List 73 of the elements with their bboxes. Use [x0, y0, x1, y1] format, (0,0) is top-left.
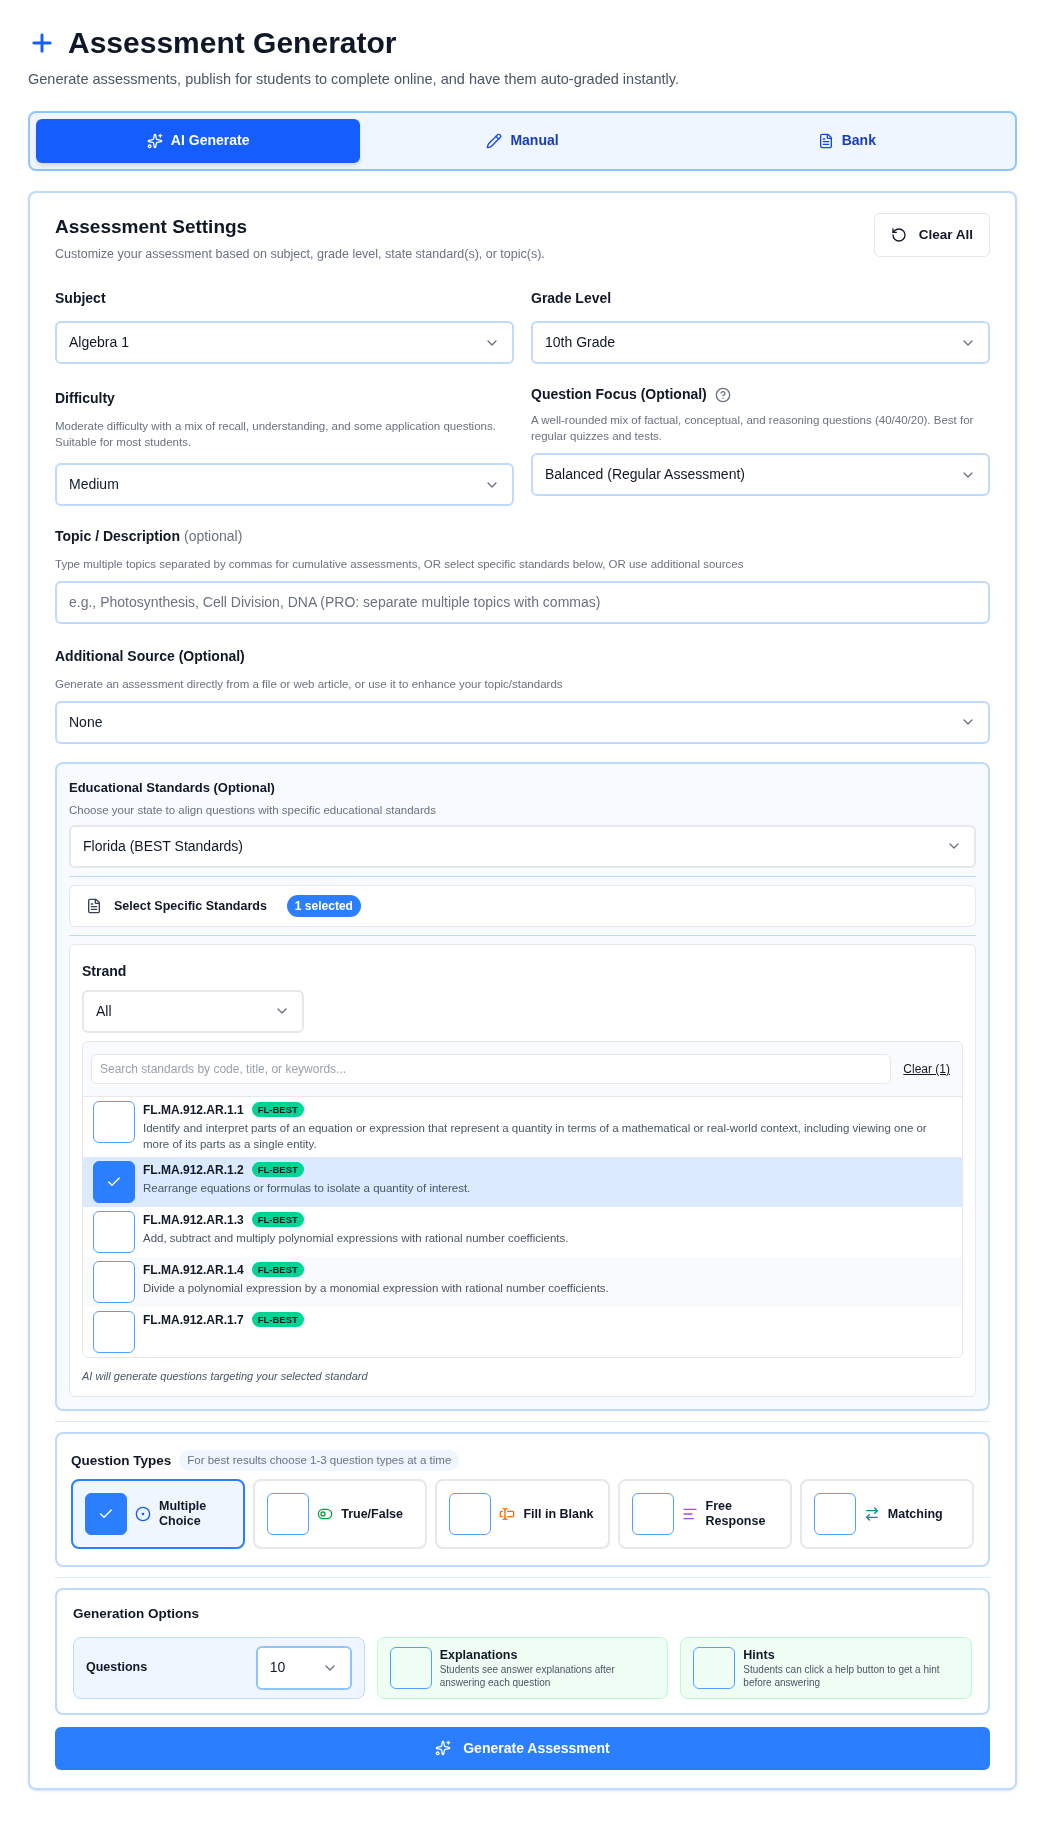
- clear-link[interactable]: Clear (1): [903, 1059, 954, 1078]
- option-description: Students see answer explanations after answering each question: [439, 1664, 616, 1690]
- option-label: Fill in Blank: [523, 1506, 594, 1523]
- field-description: Moderate difficulty with a mix of recall, understanding, and some application questions. Suitable for most students.: [55, 419, 497, 450]
- standard-row[interactable]: FL.MA.912.AR.1.2 FL-BEST Rearrange equations or formulas to isolate a quantity of interest.: [83, 1156, 962, 1207]
- field-description: Choose your state to align questions with specific educational standards: [69, 803, 437, 819]
- subject-select[interactable]: Algebra 1: [55, 321, 514, 364]
- standard-code: FL.MA.912.AR.1.2: [143, 1161, 244, 1179]
- option-label: Free Response: [705, 1498, 767, 1530]
- panel-title: Educational Standards (Optional): [69, 778, 276, 797]
- standard-description: Rearrange equations or formulas to isolate a quantity of interest.: [143, 1180, 471, 1196]
- panel-title: Question Types: [71, 1451, 172, 1470]
- field-label: Question Focus (Optional): [531, 385, 707, 404]
- tab[interactable]: Manual: [360, 118, 685, 163]
- field-label: Subject: [55, 289, 107, 308]
- section-title: Assessment Settings: [55, 214, 249, 239]
- standard-code: FL.MA.912.AR.1.3: [143, 1211, 244, 1229]
- standard-description: Add, subtract and multiply polynomial expressions with rational number coefficients.: [143, 1230, 569, 1246]
- field-description: Generate an assessment directly from a file or web article, or use it to enhance your topic/standards: [55, 676, 564, 692]
- tab[interactable]: AI Generate: [36, 118, 361, 163]
- option-title: Hints: [743, 1646, 776, 1664]
- questions-select[interactable]: 10: [255, 1645, 352, 1690]
- question-type-option[interactable]: Fill in Blank: [435, 1479, 610, 1550]
- standard-code: FL.MA.912.AR.1.4: [143, 1261, 244, 1279]
- standard-tag: FL-BEST: [251, 1162, 304, 1178]
- strand-select[interactable]: All: [82, 989, 304, 1033]
- generate-button[interactable]: Generate Assessment: [55, 1726, 990, 1770]
- standards-toggle[interactable]: Select Specific Standards 1 selected: [69, 884, 976, 927]
- standard-tag: FL-BEST: [251, 1212, 304, 1228]
- standard-code: FL.MA.912.AR.1.7: [143, 1311, 244, 1329]
- grade-select[interactable]: 10th Grade: [531, 321, 990, 364]
- hint-pill: For best results choose 1-3 question types at a time: [179, 1450, 460, 1472]
- option-description: Students can click a help button to get a hint before answering: [743, 1664, 941, 1690]
- field-label: Strand: [82, 961, 128, 981]
- field-description: A well-rounded mix of factual, conceptual, and reasoning questions (40/40/20). Best for regular quizzes and tests.: [531, 413, 975, 444]
- panel-title: Generation Options: [73, 1605, 200, 1624]
- tab[interactable]: Bank: [684, 118, 1009, 163]
- difficulty-select[interactable]: Medium: [55, 463, 514, 506]
- page-title: Assessment Generator: [68, 25, 397, 61]
- field-label: Grade Level: [531, 289, 613, 308]
- option-label: True/False: [341, 1506, 404, 1523]
- standard-tag: FL-BEST: [251, 1262, 304, 1278]
- field-label: Additional Source (Optional): [55, 646, 246, 666]
- state-select[interactable]: Florida (BEST Standards): [69, 824, 976, 868]
- field-description: Type multiple topics separated by commas for cumulative assessments, OR select specific standards below, OR use additional sources: [55, 557, 745, 572]
- standard-tag: FL-BEST: [251, 1312, 304, 1328]
- field-label: Difficulty: [55, 389, 116, 408]
- question-type-option[interactable]: Matching: [799, 1479, 974, 1550]
- section-subtitle: Customize your assessment based on subject, grade level, state standard(s), or topic(s).: [55, 246, 545, 264]
- standard-code: FL.MA.912.AR.1.1: [143, 1101, 244, 1119]
- footnote: AI will generate questions targeting your selected standard: [82, 1368, 369, 1384]
- standard-description: Identify and interpret parts of an equation or expression that represent a quantity in terms of a mathematical or real-world context, including viewing one or more of its parts as a single entity.: [143, 1120, 928, 1152]
- field-label: Topic / Description: [55, 527, 180, 546]
- source-select[interactable]: None: [55, 700, 990, 744]
- option-card[interactable]: Explanations Students see answer explanations after answering each question: [376, 1636, 669, 1699]
- search-input[interactable]: Search standards by code, title, or keywords...: [91, 1053, 892, 1084]
- optional-hint: (optional): [184, 527, 243, 546]
- page-subtitle: Generate assessments, publish for students to complete online, and have them auto-graded instantly.: [28, 70, 680, 89]
- standard-row[interactable]: FL.MA.912.AR.1.4 FL-BEST Divide a polynomial expression by a monomial expression with rational number coefficients.: [83, 1256, 962, 1307]
- option-label: Multiple Choice: [159, 1498, 208, 1530]
- field-label: Questions: [86, 1659, 148, 1677]
- option-card[interactable]: Hints Students can click a help button to get a hint before answering: [680, 1636, 972, 1699]
- option-label: Matching: [887, 1506, 943, 1523]
- question-type-option[interactable]: True/False: [253, 1479, 428, 1550]
- standard-tag: FL-BEST: [251, 1102, 304, 1118]
- topic-input[interactable]: e.g., Photosynthesis, Cell Division, DNA (PRO: separate multiple topics with commas): [55, 580, 990, 624]
- focus-select[interactable]: Balanced (Regular Assessment): [531, 453, 990, 496]
- option-title: Explanations: [439, 1646, 519, 1664]
- clear-all-button[interactable]: Clear All: [873, 212, 990, 257]
- question-type-option[interactable]: Multiple Choice: [71, 1479, 246, 1550]
- question-type-option[interactable]: Free Response: [617, 1479, 792, 1550]
- selected-count-badge: 1 selected: [286, 894, 361, 917]
- standard-description: Divide a polynomial expression by a monomial expression with rational number coefficients.: [143, 1280, 609, 1296]
